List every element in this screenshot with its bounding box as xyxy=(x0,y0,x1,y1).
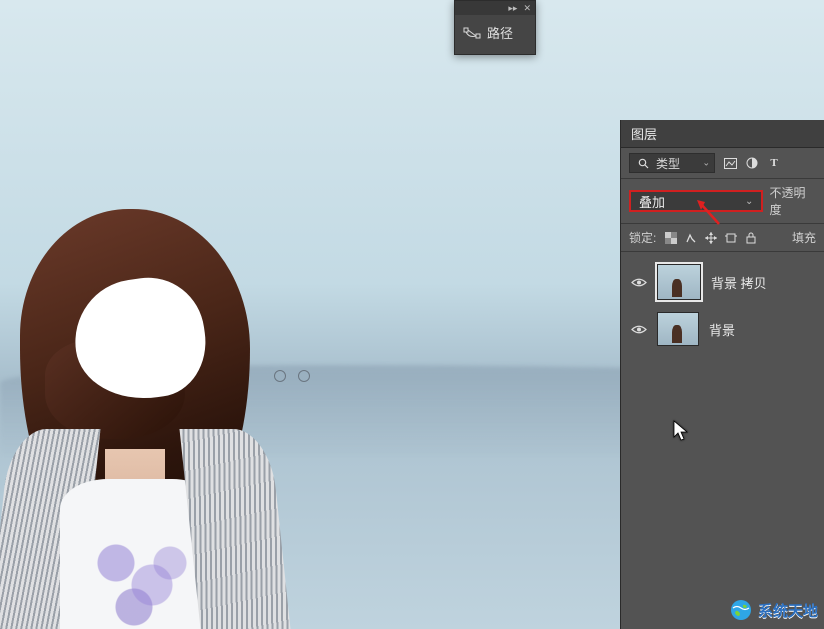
paths-panel[interactable]: ▸▸ ✕ 路径 xyxy=(454,0,536,55)
close-icon[interactable]: ✕ xyxy=(523,4,531,13)
lock-label: 锁定: xyxy=(629,229,656,246)
visibility-toggle-icon[interactable] xyxy=(631,276,647,288)
lock-position-icon[interactable] xyxy=(704,231,718,245)
layer-item[interactable]: 背景 xyxy=(621,306,824,352)
filter-pixel-icon[interactable] xyxy=(723,156,737,170)
blend-mode-row: 叠加 ⌄ 不透明度 xyxy=(621,179,824,224)
photo-subject xyxy=(0,199,300,629)
blend-mode-dropdown[interactable]: 叠加 ⌄ xyxy=(629,190,763,212)
layer-name-label[interactable]: 背景 xyxy=(709,320,735,339)
selection-ring-icon xyxy=(274,370,286,382)
filter-text-icon[interactable]: T xyxy=(767,156,781,170)
opacity-label: 不透明度 xyxy=(769,184,816,218)
selection-ring-icon xyxy=(298,370,310,382)
filter-type-dropdown[interactable]: 类型 ⌄ xyxy=(629,153,715,173)
lock-image-icon[interactable] xyxy=(684,231,698,245)
globe-icon xyxy=(730,599,752,621)
watermark: 系统天地 xyxy=(724,597,824,623)
cursor-icon xyxy=(673,420,689,442)
visibility-toggle-icon[interactable] xyxy=(631,323,647,335)
paths-tab-label: 路径 xyxy=(487,23,513,42)
blend-mode-value: 叠加 xyxy=(639,192,665,211)
watermark-text: 系统天地 xyxy=(758,600,818,621)
layers-panel[interactable]: 图层 类型 ⌄ T 叠加 ⌄ 不透明度 锁定: xyxy=(620,120,824,629)
lock-all-icon[interactable] xyxy=(744,231,758,245)
fill-label: 填充 xyxy=(792,229,816,246)
paths-icon xyxy=(463,26,481,40)
layer-thumbnail[interactable] xyxy=(657,312,699,346)
chevron-down-icon: ⌄ xyxy=(745,196,753,207)
layer-filter-row: 类型 ⌄ T xyxy=(621,148,824,179)
layers-panel-titlebar[interactable]: 图层 xyxy=(621,120,824,148)
layers-tab-label: 图层 xyxy=(631,124,657,143)
layer-name-label[interactable]: 背景 拷贝 xyxy=(711,273,767,292)
layers-list: 背景 拷贝 背景 xyxy=(621,252,824,358)
paths-tab[interactable]: 路径 xyxy=(455,15,535,54)
collapse-icon[interactable]: ▸▸ xyxy=(508,4,517,13)
layer-thumbnail[interactable] xyxy=(657,264,701,300)
lock-transparent-icon[interactable] xyxy=(664,231,678,245)
chevron-down-icon: ⌄ xyxy=(702,158,710,169)
panel-titlebar[interactable]: ▸▸ ✕ xyxy=(455,1,535,15)
lock-artboard-icon[interactable] xyxy=(724,231,738,245)
layer-item[interactable]: 背景 拷贝 xyxy=(621,258,824,306)
filter-adjustment-icon[interactable] xyxy=(745,156,759,170)
search-icon xyxy=(636,156,650,170)
filter-type-label: 类型 xyxy=(656,155,680,172)
lock-row: 锁定: 填充 xyxy=(621,224,824,252)
